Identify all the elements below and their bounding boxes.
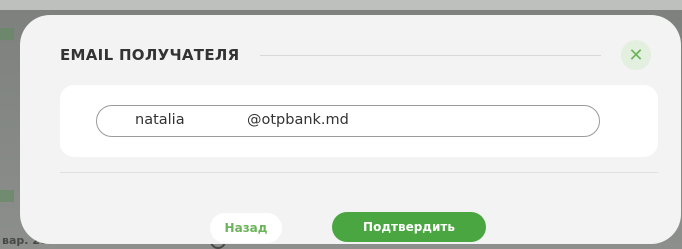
recipient-email-modal: EMAIL ПОЛУЧАТЕЛЯ ✕ natalia @otpbank.md Н… — [20, 15, 681, 244]
email-field[interactable]: natalia @otpbank.md — [96, 105, 600, 137]
close-icon: ✕ — [628, 44, 644, 66]
modal-header: EMAIL ПОЛУЧАТЕЛЯ ✕ — [60, 40, 651, 70]
background-fragment — [0, 28, 14, 40]
background-topbar — [0, 0, 682, 10]
background-fragment — [0, 190, 14, 202]
modal-title: EMAIL ПОЛУЧАТЕЛЯ — [60, 46, 240, 64]
back-button[interactable]: Назад — [210, 213, 282, 243]
email-local-part: natalia — [135, 112, 185, 128]
title-divider — [259, 54, 601, 56]
email-domain-part: @otpbank.md — [247, 112, 349, 128]
close-button[interactable]: ✕ — [621, 40, 651, 70]
email-card: natalia @otpbank.md — [60, 85, 658, 157]
footer-divider — [60, 172, 658, 173]
confirm-button[interactable]: Подтвердить — [332, 212, 486, 242]
